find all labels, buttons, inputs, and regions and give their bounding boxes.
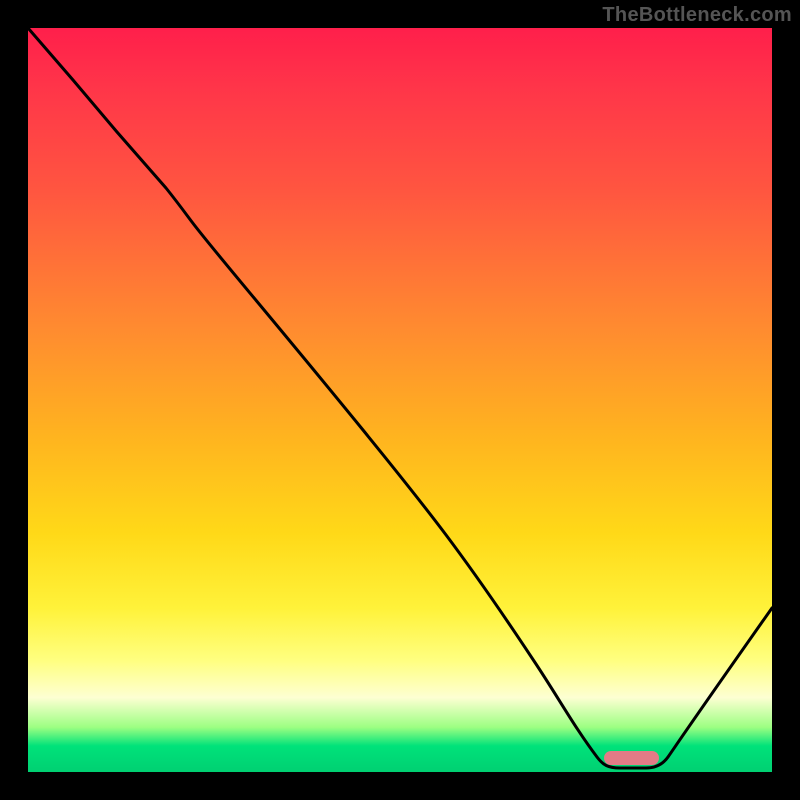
curve-path bbox=[28, 28, 772, 768]
chart-outer: TheBottleneck.com bbox=[0, 0, 800, 800]
plot-area bbox=[28, 28, 772, 772]
watermark-text: TheBottleneck.com bbox=[602, 4, 792, 27]
bottleneck-curve bbox=[28, 28, 772, 772]
optimal-marker bbox=[604, 751, 659, 765]
